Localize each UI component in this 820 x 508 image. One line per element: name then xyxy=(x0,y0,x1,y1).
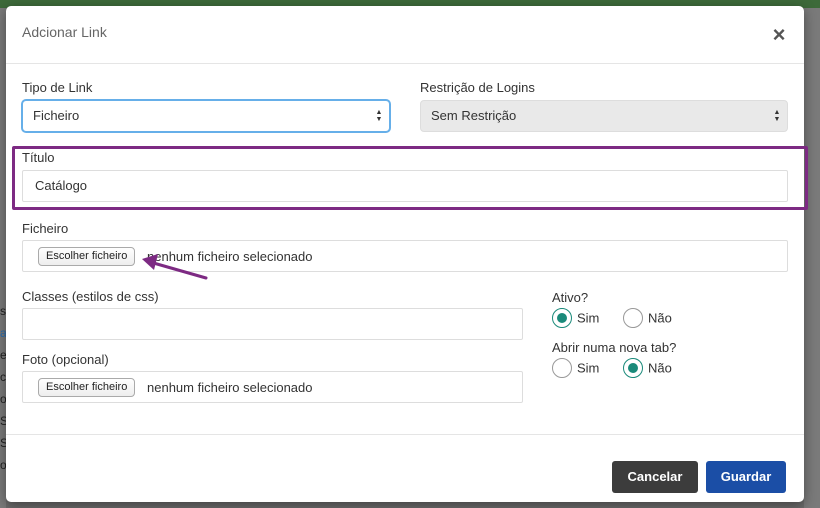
new-tab-yes-option[interactable]: Sim xyxy=(552,358,599,378)
new-tab-yes-label: Sim xyxy=(577,360,600,376)
photo-label: Foto (opcional) xyxy=(22,352,109,367)
choose-file-button[interactable]: Escolher ficheiro xyxy=(38,247,136,266)
radio-checked-icon[interactable] xyxy=(552,308,572,328)
close-icon[interactable]: × xyxy=(770,24,788,46)
background-page-right xyxy=(804,8,820,508)
radio-checked-icon[interactable] xyxy=(623,358,644,378)
link-type-value: Ficheiro xyxy=(33,108,80,123)
radio-unchecked-icon[interactable] xyxy=(552,358,572,378)
cancel-button[interactable]: Cancelar xyxy=(612,461,698,493)
save-button[interactable]: Guardar xyxy=(706,461,786,493)
new-tab-no-option[interactable]: Não xyxy=(623,358,672,378)
modal-header: Adcionar Link × xyxy=(6,6,804,64)
active-yes-label: Sim xyxy=(577,310,600,326)
active-yes-option[interactable]: Sim xyxy=(552,308,599,328)
new-tab-label: Abrir numa nova tab? xyxy=(552,340,677,355)
new-tab-no-label: Não xyxy=(648,360,672,376)
file-field: Escolher ficheiro nenhum ficheiro seleci… xyxy=(22,240,788,272)
file-label: Ficheiro xyxy=(22,221,69,236)
login-restriction-select[interactable]: Sem Restrição ▲ ▼ xyxy=(420,100,788,132)
css-classes-input[interactable] xyxy=(22,308,523,340)
active-no-label: Não xyxy=(648,310,672,326)
modal-title: Adcionar Link xyxy=(22,24,107,40)
link-type-label: Tipo de Link xyxy=(22,80,93,95)
css-classes-label: Classes (estilos de css) xyxy=(22,289,159,304)
login-restriction-value: Sem Restrição xyxy=(431,108,517,123)
title-highlight-box xyxy=(12,146,808,210)
active-label: Ativo? xyxy=(552,290,589,305)
annotation-arrow-icon xyxy=(142,254,208,280)
link-type-select[interactable]: Ficheiro ▲ ▼ xyxy=(22,100,390,132)
active-no-option[interactable]: Não xyxy=(623,308,672,328)
select-arrows-icon: ▲ ▼ xyxy=(375,109,383,123)
photo-file-field: Escolher ficheiro nenhum ficheiro seleci… xyxy=(22,371,523,403)
login-restriction-label: Restrição de Logins xyxy=(420,80,535,95)
radio-unchecked-icon[interactable] xyxy=(623,308,644,328)
select-arrows-icon: ▲ ▼ xyxy=(773,109,781,123)
photo-file-status: nenhum ficheiro selecionado xyxy=(147,380,313,395)
new-tab-radio-group: Sim Não xyxy=(552,358,692,378)
choose-photo-button[interactable]: Escolher ficheiro xyxy=(38,378,136,397)
modal-footer: Cancelar Guardar xyxy=(6,434,804,502)
active-radio-group: Sim Não xyxy=(552,308,692,328)
add-link-modal: Adcionar Link × Tipo de Link Ficheiro ▲ ▼… xyxy=(6,6,804,502)
